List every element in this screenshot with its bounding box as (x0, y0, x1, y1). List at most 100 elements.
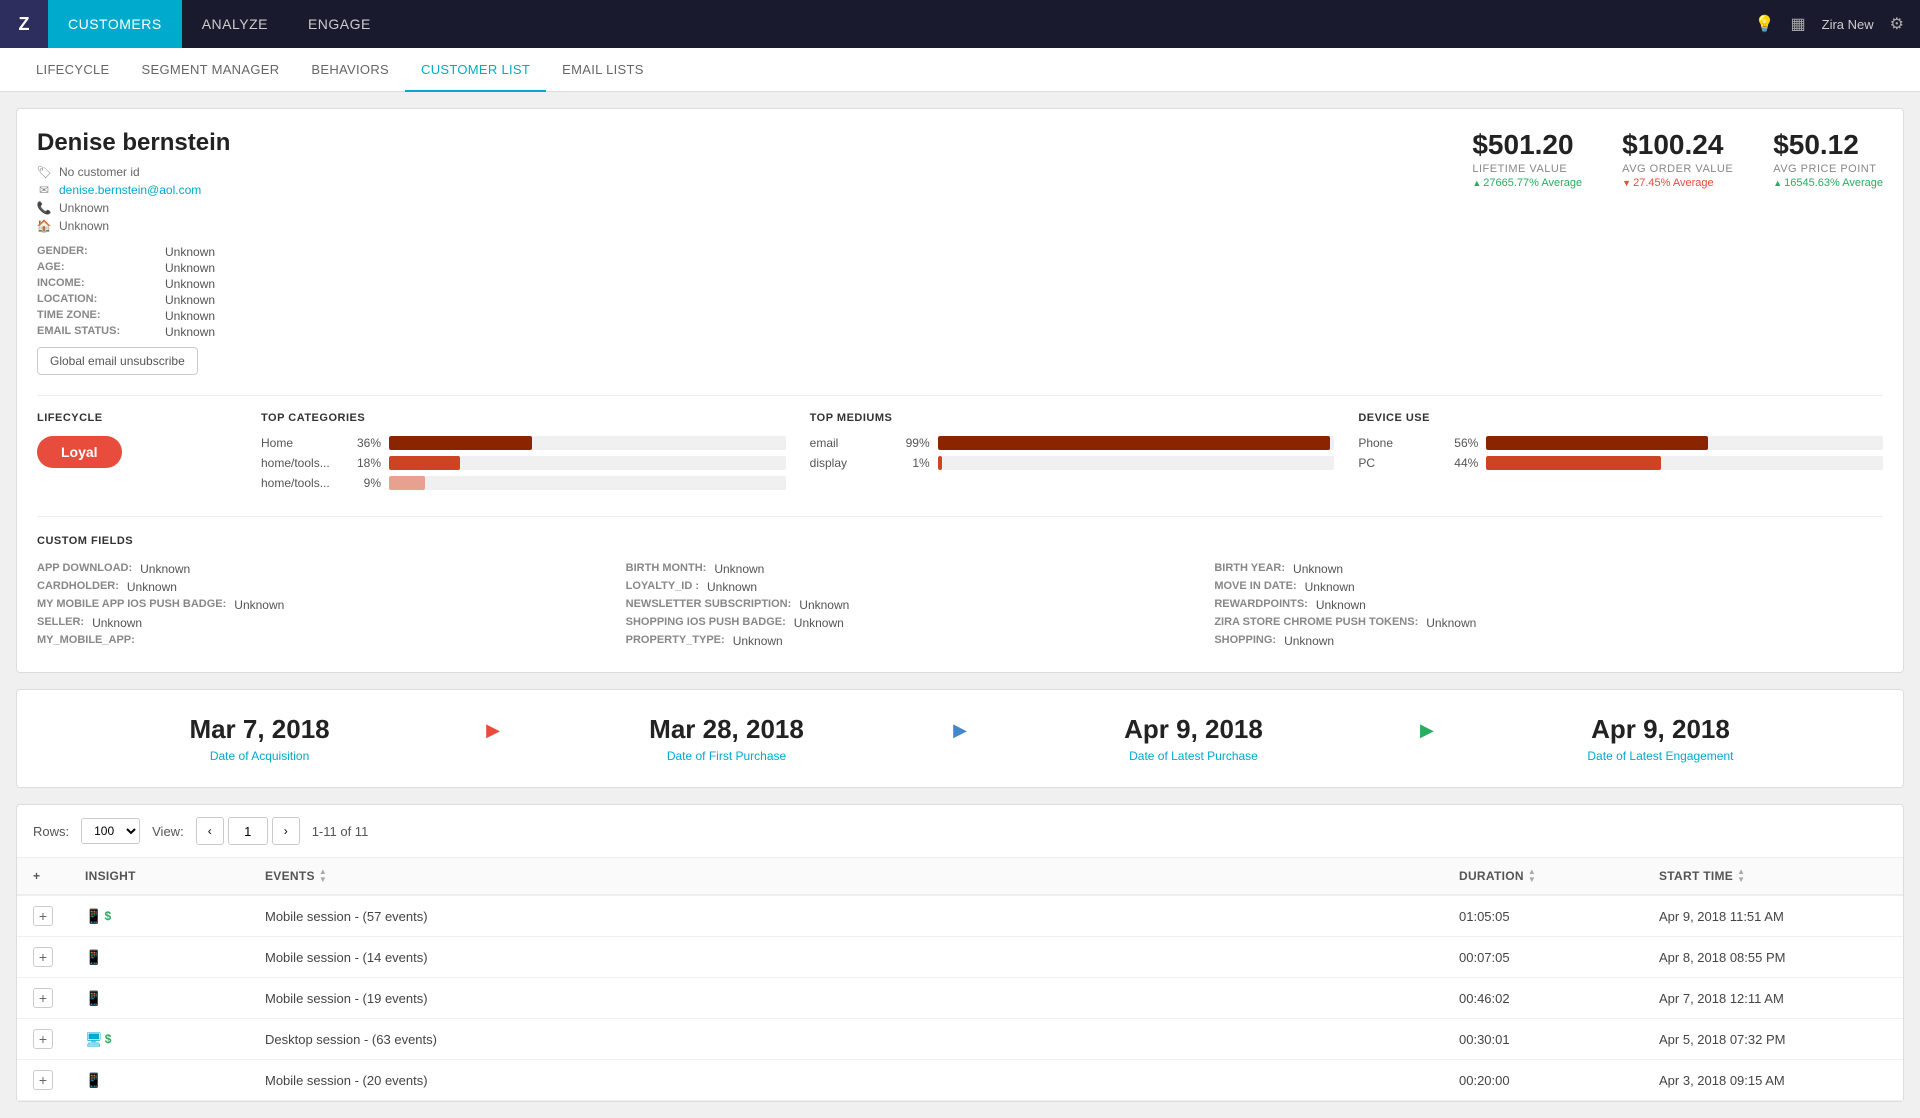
layout-icon[interactable]: ▦ (1791, 14, 1806, 34)
th-insight[interactable]: Insight (69, 858, 249, 895)
avg-order-label: AVG ORDER VALUE (1622, 163, 1733, 175)
next-page-button[interactable]: › (272, 817, 300, 845)
nav-engage[interactable]: ENGAGE (288, 0, 391, 48)
duration-sort[interactable]: Duration ▲▼ (1459, 868, 1627, 884)
custom-fields-col3: BIRTH YEAR:Unknown MOVE IN DATE:Unknown … (1214, 562, 1763, 652)
avg-price-value: $50.12 (1773, 129, 1883, 161)
device-use-section: DEVICE USE Phone 56% PC 44% (1358, 412, 1883, 496)
session-icons: 📱 (85, 990, 233, 1007)
customer-name: Denise bernstein (37, 129, 230, 157)
settings-icon[interactable]: ⚙ (1890, 14, 1904, 34)
timezone-label: TIME ZONE: (37, 309, 157, 323)
emailstatus-value: Unknown (165, 325, 215, 339)
date-first-purchase: Mar 28, 2018 (508, 714, 945, 745)
avg-order-value: $100.24 (1622, 129, 1733, 161)
category-bar-2 (389, 456, 786, 470)
th-duration[interactable]: Duration ▲▼ (1443, 858, 1643, 895)
down-arrow-icon (1622, 177, 1633, 189)
cf-label-app: APP DOWNLOAD: (37, 562, 132, 576)
events-sort[interactable]: Events ▲▼ (265, 868, 1427, 884)
lifetime-change: 27665.77% Average (1472, 177, 1582, 189)
nav-analyze[interactable]: ANALYZE (182, 0, 288, 48)
tab-email-lists[interactable]: EMAIL LISTS (546, 48, 660, 92)
table-header-row: + Insight Events ▲▼ (17, 858, 1903, 895)
tab-segment-manager[interactable]: SEGMENT MANAGER (126, 48, 296, 92)
metrics-container: $501.20 LIFETIME VALUE 27665.77% Average… (1472, 129, 1883, 189)
cf-value-seller: Unknown (92, 616, 142, 630)
cf-row-1-5: MY_MOBILE_APP: (37, 634, 586, 646)
expand-button[interactable]: + (33, 947, 53, 967)
expand-button[interactable]: + (33, 988, 53, 1008)
category-label-1: Home (261, 436, 341, 450)
top-categories-title: TOP CATEGORIES (261, 412, 786, 424)
table-row: +📱Mobile session - (20 events)00:20:00Ap… (17, 1060, 1903, 1101)
date-latest-engagement-label: Date of Latest Engagement (1442, 749, 1879, 763)
customer-fields: GENDER: Unknown AGE: Unknown INCOME: Unk… (37, 245, 215, 339)
row-duration-cell: 00:46:02 (1443, 978, 1643, 1019)
expand-button[interactable]: + (33, 1070, 53, 1090)
th-start-time[interactable]: Start Time ▲▼ (1643, 858, 1903, 895)
medium-label-1: email (810, 436, 890, 450)
prev-page-button[interactable]: ‹ (196, 817, 224, 845)
tab-behaviors[interactable]: BEHAVIORS (295, 48, 405, 92)
top-mediums-section: TOP MEDIUMS email 99% display 1% (810, 412, 1335, 496)
nav-customers[interactable]: CUSTOMERS (48, 0, 182, 48)
tag-icon: 🏷 (37, 165, 51, 179)
session-icons: 📱 (85, 949, 233, 966)
custom-fields-col1: APP DOWNLOAD:Unknown CARDHOLDER:Unknown … (37, 562, 586, 652)
tab-customer-list[interactable]: CUSTOMER LIST (405, 48, 546, 92)
cf-row-2-4: SHOPPING IOS PUSH BADGE:Unknown (626, 616, 1175, 630)
row-events-cell: Mobile session - (14 events) (249, 937, 1443, 978)
events-sort-icon[interactable]: ▲▼ (319, 868, 327, 884)
rows-select[interactable]: 100 50 25 (81, 818, 140, 844)
unsubscribe-button[interactable]: Global email unsubscribe (37, 347, 198, 375)
page-info: 1-11 of 11 (312, 824, 369, 839)
expand-button[interactable]: + (33, 906, 53, 926)
medium-row-1: email 99% (810, 436, 1335, 450)
metric-avg-price: $50.12 AVG PRICE POINT 16545.63% Average (1773, 129, 1883, 189)
mobile-icon: 📱 (85, 908, 102, 925)
mobile-icon: 📱 (85, 990, 102, 1007)
device-pct-2: 44% (1446, 456, 1478, 470)
cf-row-3-5: SHOPPING:Unknown (1214, 634, 1763, 648)
avg-order-change: 27.45% Average (1622, 177, 1733, 189)
location-field-value: Unknown (165, 293, 215, 307)
email-link[interactable]: denise.bernstein@aol.com (59, 183, 201, 197)
expand-button[interactable]: + (33, 1029, 53, 1049)
customer-email: ✉ denise.bernstein@aol.com (37, 183, 230, 197)
category-bar-1 (389, 436, 786, 450)
device-label-2: PC (1358, 456, 1438, 470)
timeline-dates: Mar 7, 2018 Date of Acquisition ▶ Mar 28… (41, 714, 1879, 763)
device-pct-1: 56% (1446, 436, 1478, 450)
category-pct-1: 36% (349, 436, 381, 450)
cf-value-birth-month: Unknown (714, 562, 764, 576)
medium-row-2: display 1% (810, 456, 1335, 470)
sessions-table: + Insight Events ▲▼ (17, 858, 1903, 1101)
customer-phone: 📞 Unknown (37, 201, 230, 215)
th-events[interactable]: Events ▲▼ (249, 858, 1443, 895)
tab-lifecycle[interactable]: LIFECYCLE (20, 48, 126, 92)
page-input[interactable] (228, 817, 268, 845)
duration-sort-icon[interactable]: ▲▼ (1528, 868, 1536, 884)
loyal-button[interactable]: Loyal (37, 436, 122, 468)
timezone-value: Unknown (165, 309, 215, 323)
page-nav: ‹ › (196, 817, 300, 845)
home-icon: 🏠 (37, 219, 51, 233)
category-bar-3 (389, 476, 786, 490)
insight-sort[interactable]: Insight (85, 869, 233, 883)
cf-value-shopping: Unknown (1284, 634, 1334, 648)
row-duration-cell: 00:30:01 (1443, 1019, 1643, 1060)
customer-fields-container: GENDER: Unknown AGE: Unknown INCOME: Unk… (37, 245, 230, 339)
bulb-icon[interactable]: 💡 (1755, 14, 1775, 34)
row-events-cell: Mobile session - (19 events) (249, 978, 1443, 1019)
cf-label-move-in: MOVE IN DATE: (1214, 580, 1296, 594)
session-icons: 📱$ (85, 908, 233, 925)
row-start-time-cell: Apr 8, 2018 08:55 PM (1643, 937, 1903, 978)
start-time-sort-icon[interactable]: ▲▼ (1737, 868, 1745, 884)
arrow-1: ▶ (486, 720, 500, 757)
start-time-sort[interactable]: Start Time ▲▼ (1659, 868, 1887, 884)
row-events-cell: Desktop session - (63 events) (249, 1019, 1443, 1060)
user-menu[interactable]: Zira New (1822, 17, 1874, 32)
date-first-purchase-label: Date of First Purchase (508, 749, 945, 763)
row-events-cell: Mobile session - (20 events) (249, 1060, 1443, 1101)
